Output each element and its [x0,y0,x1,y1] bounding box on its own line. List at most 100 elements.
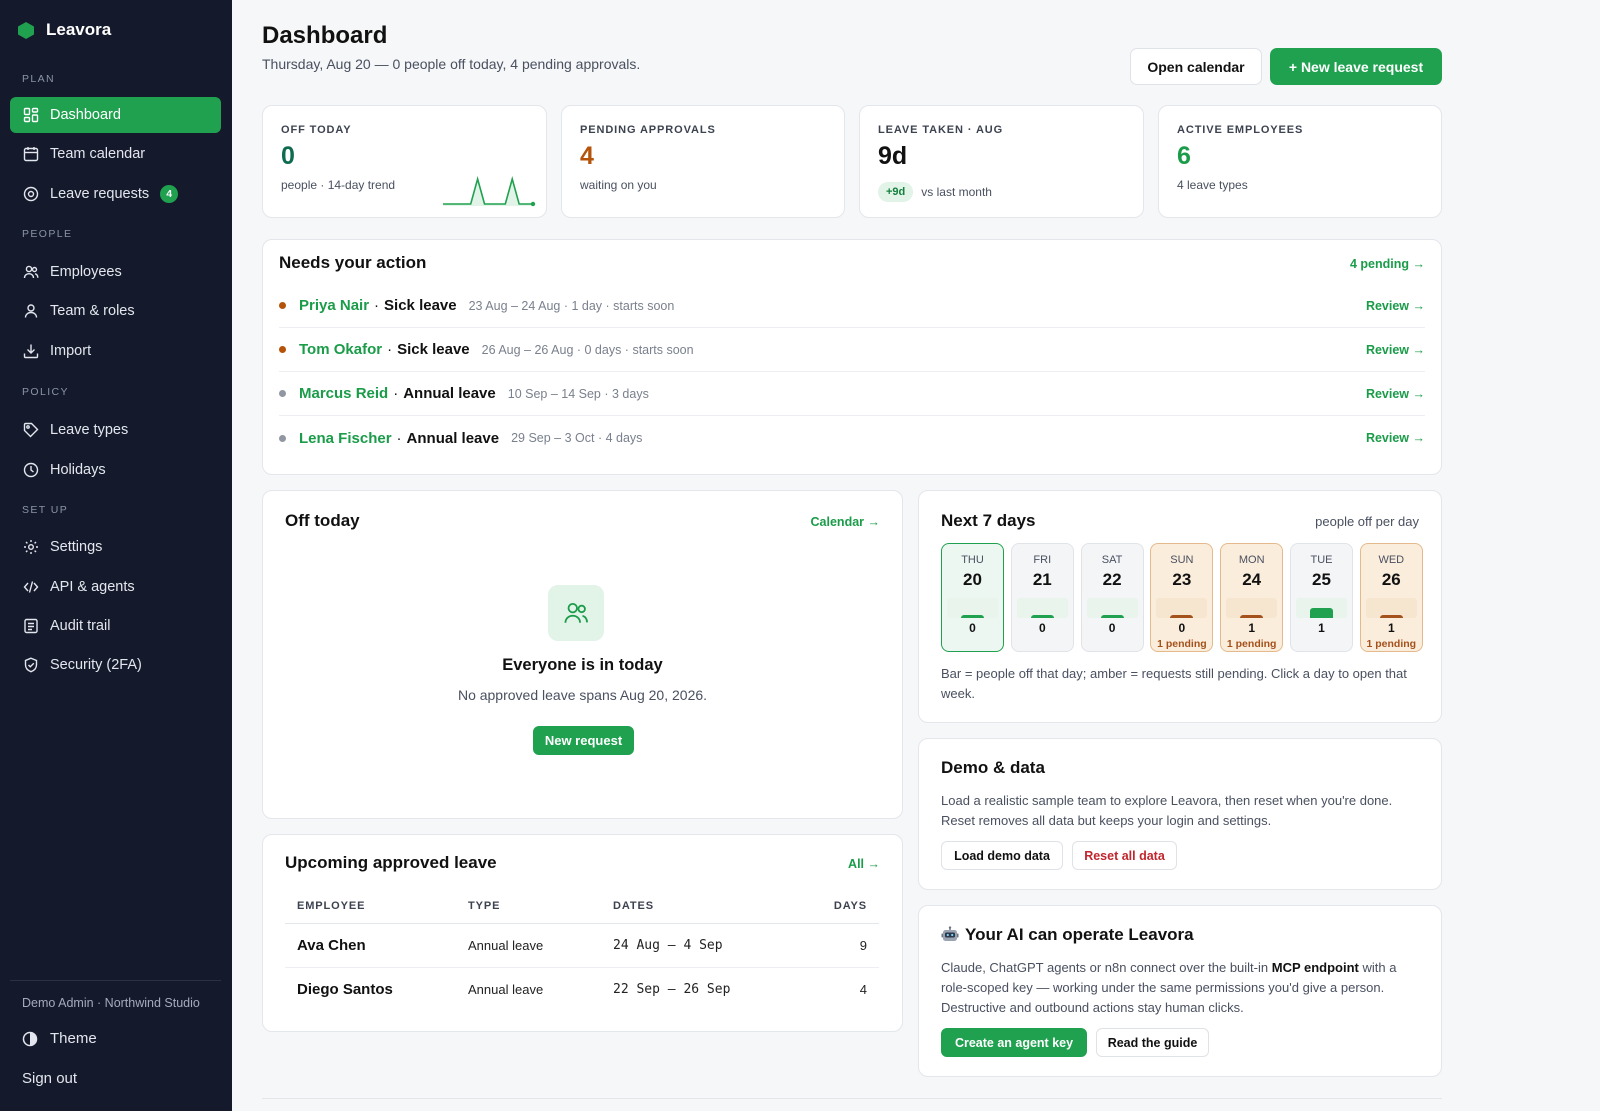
clock-icon [23,462,39,478]
empty-state-illustration [548,585,604,641]
review-button[interactable]: Review → [1366,387,1425,401]
column-header: DATES [601,889,799,924]
employee-link[interactable]: Marcus Reid [299,385,388,402]
calendar-link[interactable]: Calendar → [811,515,880,529]
stat-card-off-today: OFF TODAY 0 people · 14-day trend [262,105,547,218]
next-7-days-card: Next 7 days people off per day THU 20 0 FRI… [918,490,1442,723]
sidebar-item-dashboard[interactable]: Dashboard [10,97,221,133]
open-calendar-button[interactable]: Open calendar [1130,48,1262,85]
stat-label: PENDING APPROVALS [580,124,716,136]
read-guide-button[interactable]: Read the guide [1096,1028,1209,1057]
footer-divider [262,1098,1442,1099]
day-name: SAT [1101,554,1123,566]
leave-type: Sick leave [384,297,457,314]
card-title: Next 7 days [941,511,1036,530]
sidebar-item-leave-types[interactable]: Leave types [10,412,221,448]
leave-type: Sick leave [397,341,470,358]
user-icon [24,304,38,318]
dates-cell: 24 Aug – 4 Sep [601,923,799,968]
stat-label: OFF TODAY [281,124,352,136]
nav-section-setup: SET UP [22,504,69,516]
upcoming-leave-card: Upcoming approved leave All → EMPLOYEE T… [262,834,903,1032]
day-count: 0 [969,621,976,635]
robot-icon [941,926,959,941]
day-number: 25 [1312,570,1331,589]
stat-note: 4 leave types [1177,178,1248,192]
day-bar [1170,615,1194,618]
table-row[interactable]: Ava Chen Annual leave 24 Aug – 4 Sep 9 [285,923,879,968]
sparkline-area [443,179,533,206]
day-bar [1100,615,1124,618]
day-count: 1 [1387,621,1395,635]
sidebar-item-holidays[interactable]: Holidays [10,452,221,488]
sidebar-item-import[interactable]: Import [10,333,221,369]
dates-cell: 22 Sep – 26 Sep [613,981,731,997]
day-cell-fri[interactable]: FRI 21 0 [1010,543,1074,652]
day-name: TUE [1310,554,1333,566]
users-icon [564,603,588,623]
eye-icon [23,186,39,202]
day-bar [961,615,984,618]
sidebar-item-audit-trail[interactable]: Audit trail [10,608,221,644]
all-link[interactable]: All → [848,857,880,871]
card-title: Demo & data [941,758,1045,777]
sidebar-divider [10,980,221,981]
review-button[interactable]: Review → [1366,299,1425,313]
day-cell-mon[interactable]: MON 24 1 1 pending [1220,543,1284,652]
sidebar-item-label: Audit trail [50,618,111,634]
list-icon [24,618,38,634]
users-icon [23,265,39,279]
new-leave-request-button[interactable]: + New leave request [1270,48,1442,85]
employee-cell: Diego Santos [297,980,393,998]
card-subtitle: people off per day [1315,514,1419,529]
column-header: EMPLOYEE [285,889,456,924]
theme-toggle[interactable]: Theme [22,1030,97,1047]
delta-badge: +9d [878,182,914,202]
upcoming-leave-table: EMPLOYEE TYPE DATES DAYS Ava Chen Annual… [285,889,879,1011]
day-cell-sun[interactable]: SUN 23 0 1 pending [1150,543,1214,652]
ai-agents-card: Your AI can operate Leavora Claude, Chat… [918,905,1442,1077]
create-agent-key-button[interactable]: Create an agent key [941,1028,1087,1057]
employee-link[interactable]: Tom Okafor [299,341,382,358]
pending-count-badge: 4 [160,185,179,203]
review-button[interactable]: Review → [1366,431,1425,445]
tag-icon [23,422,39,438]
sidebar-item-team-calendar[interactable]: Team calendar [10,136,221,172]
sidebar-item-team-roles[interactable]: Team & roles [10,293,221,329]
status-dot [279,390,286,397]
employee-link[interactable]: Lena Fischer [299,430,392,447]
sidebar-item-settings[interactable]: Settings [10,529,221,565]
separator: · [374,297,380,314]
brand[interactable]: Leavora [18,20,111,40]
day-bar-track [1226,598,1278,618]
day-cell-thu[interactable]: THU 20 0 [941,543,1004,652]
day-cell-tue[interactable]: TUE 25 1 [1290,543,1353,652]
review-button[interactable]: Review → [1366,343,1425,357]
page-title: Dashboard [262,22,388,49]
load-demo-data-button[interactable]: Load demo data [941,841,1063,870]
employee-link[interactable]: Priya Nair [299,297,369,314]
sidebar-item-api-agents[interactable]: API & agents [10,569,221,605]
mcp-endpoint-text: MCP endpoint [1271,960,1359,975]
day-bar [1310,608,1333,618]
separator: · [396,429,402,447]
day-pending: 1 pending [1157,638,1207,650]
pending-link[interactable]: 4 pending → [1350,257,1425,271]
day-cell-sat[interactable]: SAT 22 0 [1080,543,1144,652]
empty-state-text: No approved leave spans Aug 20, 2026. [457,687,708,703]
stat-card-leave-taken: LEAVE TAKEN · AUG 9d +9d vs last month [859,105,1144,218]
sidebar-item-security[interactable]: Security (2FA) [10,647,221,683]
request-meta: 10 Sep – 14 Sep · 3 days [507,386,649,401]
table-row[interactable]: Diego Santos Annual leave 22 Sep – 26 Se… [285,967,879,1011]
sidebar-item-employees[interactable]: Employees [10,254,221,290]
sidebar-item-leave-requests[interactable]: Leave requests 4 [10,176,221,212]
column-header: TYPE [456,889,601,924]
new-request-button[interactable]: New request [533,726,634,755]
day-bar-track [1086,598,1138,618]
day-cell-wed[interactable]: WED 26 1 1 pending [1359,543,1423,652]
card-title: Off today [285,511,360,530]
separator: · [393,385,399,402]
sign-out-link[interactable]: Sign out [22,1070,77,1087]
nav-section-plan: PLAN [22,73,56,85]
reset-all-data-button[interactable]: Reset all data [1072,841,1177,870]
